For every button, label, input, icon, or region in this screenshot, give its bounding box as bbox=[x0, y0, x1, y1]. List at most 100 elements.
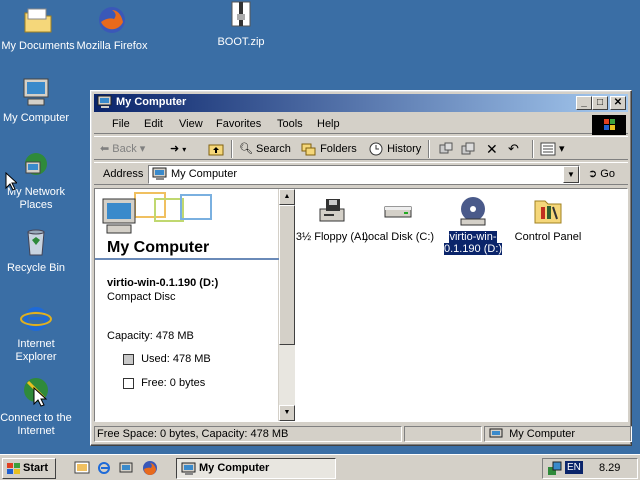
close-button[interactable]: ✕ bbox=[610, 96, 626, 110]
drive-local-disk-c[interactable]: Local Disk (C:) bbox=[360, 195, 436, 243]
desktop-icon-boot-zip[interactable]: BOOT.zip bbox=[203, 0, 279, 49]
toolbar-separator bbox=[532, 140, 534, 158]
views-icon bbox=[540, 142, 556, 156]
scroll-thumb[interactable] bbox=[279, 205, 295, 345]
network-status-icon[interactable] bbox=[547, 461, 563, 480]
file-item-label: Control Panel bbox=[514, 231, 582, 243]
hard-disk-icon bbox=[382, 195, 414, 227]
cd-drive-icon bbox=[457, 195, 489, 227]
folder-icon bbox=[22, 4, 54, 36]
views-button[interactable]: ▾ bbox=[540, 140, 565, 158]
desktop-icon-recycle-bin[interactable]: Recycle Bin bbox=[0, 226, 74, 275]
desktop-icon-my-documents[interactable]: My Documents bbox=[0, 4, 76, 53]
details-pane: My Computer virtio-win-0.1.190 (D:) Comp… bbox=[95, 189, 279, 421]
address-value: My Computer bbox=[171, 168, 238, 180]
menu-file[interactable]: File bbox=[112, 118, 130, 130]
used-legend: Used: 478 MB bbox=[123, 353, 211, 365]
used-swatch bbox=[123, 353, 134, 365]
scroll-up-button[interactable]: ▲ bbox=[279, 189, 295, 205]
go-arrow-icon: ➲ bbox=[588, 168, 598, 180]
firefox-icon bbox=[96, 4, 128, 36]
network-icon[interactable] bbox=[118, 460, 134, 479]
desktop-icon-internet-explorer[interactable]: Internet Explorer bbox=[0, 302, 74, 364]
forward-button[interactable]: ➜ ▾ bbox=[170, 140, 186, 158]
toolbar-separator bbox=[231, 140, 233, 158]
file-item-label: Local Disk (C:) bbox=[361, 231, 435, 243]
history-button[interactable]: History bbox=[368, 140, 421, 158]
firefox-icon[interactable] bbox=[142, 460, 158, 479]
copy-to-button[interactable] bbox=[460, 140, 476, 158]
title-bar[interactable]: My Computer _ □ ✕ bbox=[94, 94, 628, 112]
computer-icon bbox=[489, 428, 503, 438]
desktop-icon-label: My Computer bbox=[2, 112, 70, 124]
minimize-button[interactable]: _ bbox=[576, 96, 592, 110]
undo-button[interactable]: ↶ bbox=[508, 140, 519, 158]
pane-heading: My Computer bbox=[107, 239, 210, 256]
desktop-icon-my-computer[interactable]: My Computer bbox=[0, 76, 74, 125]
menu-edit[interactable]: Edit bbox=[144, 118, 163, 130]
drive-virtio-d[interactable]: virtio-win-0.1.190 (D:) bbox=[435, 195, 511, 255]
file-item-label: virtio-win-0.1.190 (D:) bbox=[443, 231, 503, 255]
windows-logo-icon bbox=[7, 463, 20, 474]
maximize-button[interactable]: □ bbox=[592, 96, 608, 110]
back-arrow-icon: ⬅ bbox=[100, 143, 110, 155]
file-item-label: 3½ Floppy (A:) bbox=[295, 231, 369, 243]
internet-explorer-icon[interactable] bbox=[96, 460, 112, 479]
status-middle bbox=[404, 426, 482, 442]
free-legend: Free: 0 bytes bbox=[123, 377, 205, 389]
move-to-button[interactable] bbox=[438, 140, 454, 158]
control-panel-icon bbox=[532, 195, 564, 227]
menu-bar: File Edit View Favorites Tools Help bbox=[94, 114, 628, 135]
clock[interactable]: 8.29 bbox=[599, 462, 620, 474]
free-swatch bbox=[123, 377, 134, 389]
folders-button[interactable]: Folders bbox=[301, 140, 357, 158]
move-to-icon bbox=[439, 142, 453, 154]
menu-view[interactable]: View bbox=[179, 118, 203, 130]
folders-icon bbox=[301, 143, 316, 156]
mouse-cursor-icon bbox=[5, 171, 19, 195]
delete-button[interactable]: ✕ bbox=[486, 140, 498, 158]
computer-icon bbox=[152, 167, 168, 184]
menu-favorites[interactable]: Favorites bbox=[216, 118, 261, 130]
address-dropdown-button[interactable]: ▼ bbox=[563, 166, 579, 183]
up-folder-button[interactable] bbox=[208, 140, 224, 158]
desktop-icon-label: Internet Explorer bbox=[15, 338, 57, 363]
status-left: Free Space: 0 bytes, Capacity: 478 MB bbox=[94, 426, 402, 442]
desktop-icon-label: My Documents bbox=[1, 40, 75, 52]
desktop-icon-firefox[interactable]: Mozilla Firefox bbox=[74, 4, 150, 53]
scroll-down-button[interactable]: ▼ bbox=[279, 405, 295, 421]
capacity-text: Capacity: 478 MB bbox=[107, 330, 194, 342]
address-label: Address bbox=[103, 168, 144, 180]
zip-file-icon bbox=[225, 0, 257, 32]
language-indicator[interactable]: EN bbox=[565, 461, 583, 474]
taskbar-button-my-computer[interactable]: My Computer bbox=[176, 458, 336, 479]
status-bar: Free Space: 0 bytes, Capacity: 478 MB My… bbox=[94, 425, 632, 443]
address-input[interactable]: My Computer ▼ bbox=[148, 165, 580, 184]
drive-floppy-a[interactable]: 3½ Floppy (A:) bbox=[294, 195, 370, 243]
system-tray: EN 8.29 bbox=[542, 458, 638, 479]
control-panel[interactable]: Control Panel bbox=[510, 195, 586, 243]
search-button[interactable]: 🔍︎ Search bbox=[239, 140, 291, 158]
file-list: 3½ Floppy (A:) Local Disk (C:) virtio-wi… bbox=[296, 189, 627, 421]
start-button[interactable]: Start bbox=[2, 458, 56, 479]
desktop-icon-label: BOOT.zip bbox=[217, 36, 265, 48]
address-bar: Address My Computer ▼ ➲ Go bbox=[94, 162, 628, 185]
selected-name: virtio-win-0.1.190 (D:) bbox=[107, 277, 219, 289]
floppy-drive-icon bbox=[316, 195, 348, 227]
computer-icon bbox=[20, 76, 52, 108]
toolbar: ⬅ Back ▾ ➜ ▾ 🔍︎ Search Folders History ✕… bbox=[94, 136, 628, 160]
go-button[interactable]: ➲ Go bbox=[588, 167, 615, 180]
desktop-icon-connect-internet[interactable]: Connect to the Internet bbox=[0, 376, 74, 438]
toolbar-separator bbox=[428, 140, 430, 158]
show-desktop-icon[interactable] bbox=[74, 460, 90, 479]
selected-type: Compact Disc bbox=[107, 291, 176, 303]
quick-launch bbox=[66, 459, 166, 479]
search-icon: 🔍︎ bbox=[239, 143, 253, 155]
vertical-scrollbar[interactable]: ▲ ▼ bbox=[279, 189, 295, 421]
back-button[interactable]: ⬅ Back ▾ bbox=[100, 140, 145, 158]
recycle-bin-icon bbox=[20, 226, 52, 258]
desktop-icon-label: Recycle Bin bbox=[6, 262, 66, 274]
menu-tools[interactable]: Tools bbox=[277, 118, 303, 130]
menu-help[interactable]: Help bbox=[317, 118, 340, 130]
connect-internet-icon bbox=[20, 376, 52, 408]
